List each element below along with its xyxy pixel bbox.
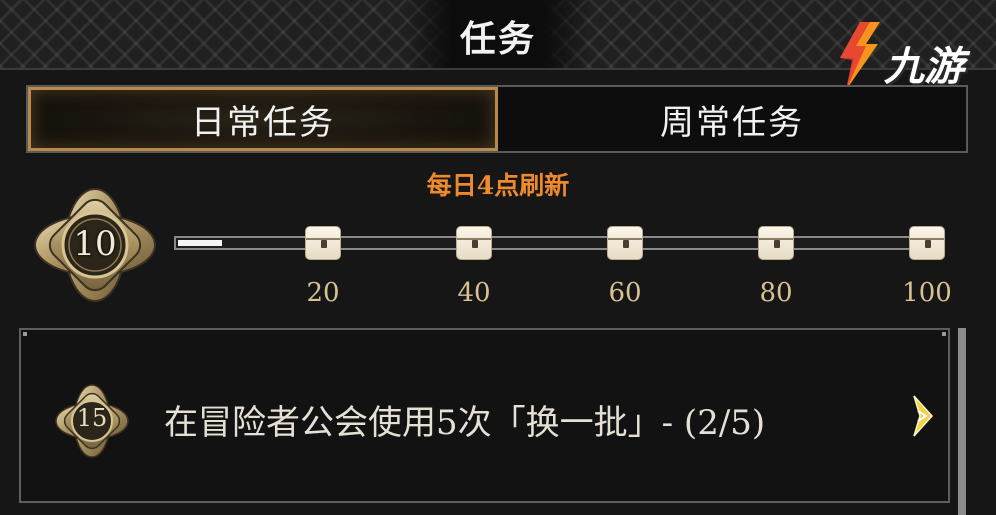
arrow-right-icon[interactable] xyxy=(908,393,938,439)
tab-weekly-label: 周常任务 xyxy=(660,102,804,143)
quest-list-scrollbar[interactable] xyxy=(958,328,966,515)
milestone-label: 20 xyxy=(306,278,340,308)
quest-description: 在冒险者公会使用5次「换一批」- (2/5) xyxy=(164,403,766,443)
progress-fill xyxy=(178,240,222,246)
quest-reward-points: 15 xyxy=(76,404,108,432)
milestone-label: 40 xyxy=(457,278,491,308)
milestone-label: 100 xyxy=(902,278,952,308)
brand-logo-text: 九游 xyxy=(884,44,964,90)
quest-tabs: 日常任务 周常任务 xyxy=(26,85,968,153)
milestone-label: 60 xyxy=(608,278,642,308)
milestone-label: 80 xyxy=(759,278,793,308)
chest-icon[interactable] xyxy=(909,226,945,260)
chest-icon[interactable] xyxy=(456,226,492,260)
tab-weekly-quests[interactable]: 周常任务 xyxy=(498,87,966,151)
progress-track xyxy=(174,236,944,250)
brand-logo: 九游 xyxy=(826,20,986,92)
chest-icon[interactable] xyxy=(305,226,341,260)
current-points: 10 xyxy=(73,224,117,264)
tab-daily-label: 日常任务 xyxy=(191,102,335,143)
chest-icon[interactable] xyxy=(607,226,643,260)
brand-logo-icon xyxy=(840,22,880,90)
tab-daily-quests[interactable]: 日常任务 xyxy=(28,87,498,151)
chest-icon[interactable] xyxy=(758,226,794,260)
